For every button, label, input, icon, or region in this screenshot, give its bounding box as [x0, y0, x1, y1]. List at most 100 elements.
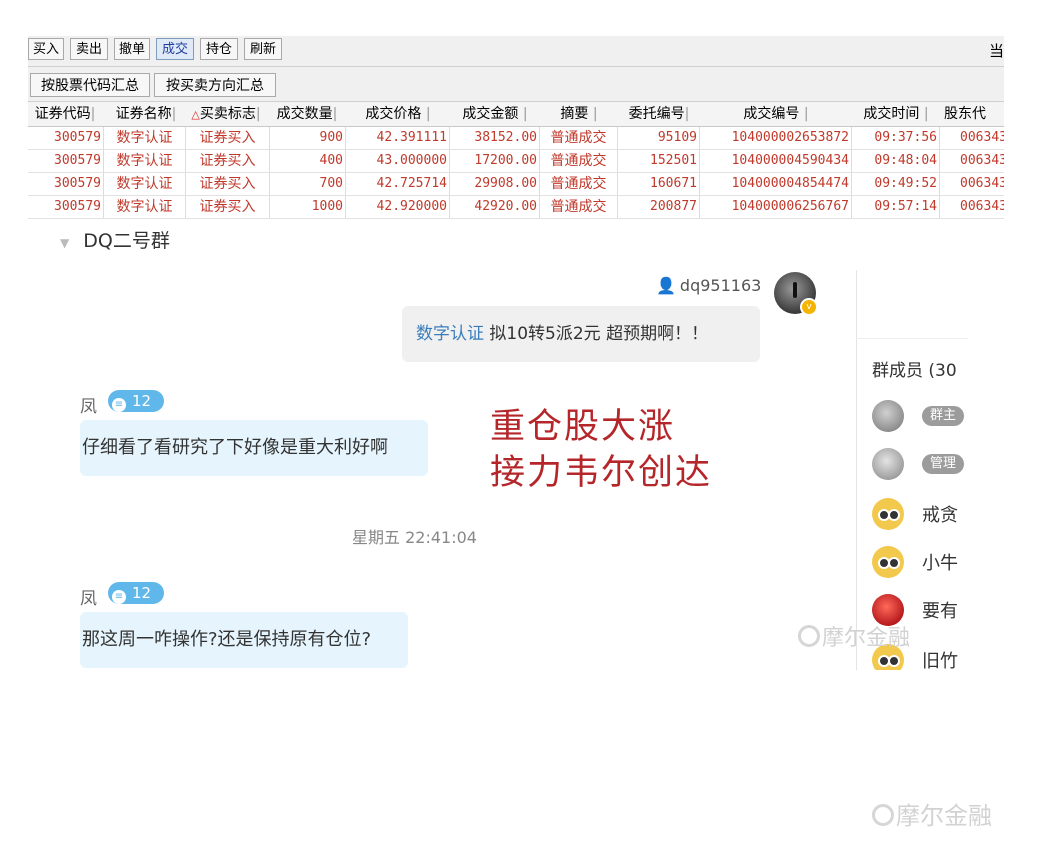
col-header-amount[interactable]: 成交金额 |: [450, 102, 540, 126]
members-title: 群成员 (30: [872, 361, 957, 381]
positions-button[interactable]: 持仓: [200, 38, 238, 60]
table-row[interactable]: 300579 数字认证 证券买入 400 43.000000 17200.00 普通成交 15…: [28, 150, 1004, 173]
cell-summary: 普通成交: [540, 196, 618, 218]
cell-direction: 证券买入: [186, 173, 270, 195]
cell-direction: 证券买入: [186, 150, 270, 172]
member-name: 小牛: [922, 553, 958, 574]
cell-code: 300579: [28, 127, 104, 149]
overlay-caption-line1: 重仓股大涨: [490, 407, 676, 447]
overlay-caption-line2: 接力韦尔创达: [490, 453, 713, 493]
member-item[interactable]: 小牛: [872, 544, 968, 580]
cell-quantity: 900: [270, 127, 346, 149]
col-header-summary[interactable]: 摘要 |: [540, 102, 618, 126]
cell-trade-id: 104000004590434: [700, 150, 852, 172]
level-badge: ≡ 12: [108, 390, 164, 412]
table-row[interactable]: 300579 数字认证 证券买入 900 42.391111 38152.00 普通成交 95…: [28, 127, 1004, 150]
cell-amount: 42920.00: [450, 196, 540, 218]
group-title[interactable]: ▼ DQ二号群: [60, 226, 170, 253]
watermark: 摩尔金融: [798, 620, 910, 652]
user-crown-icon: 👤: [656, 276, 676, 295]
summary-by-direction-button[interactable]: 按买卖方向汇总: [154, 73, 276, 97]
admin-tag: 管理: [922, 454, 965, 474]
sender-avatar[interactable]: v: [774, 272, 818, 316]
outgoing-message-bubble: 数字认证 拟10转5派2元 超预期啊！！: [402, 306, 760, 362]
cell-summary: 普通成交: [540, 127, 618, 149]
col-header-quantity[interactable]: 成交数量|: [268, 102, 346, 126]
cell-holder: 006343: [940, 150, 1004, 172]
member-avatar: [872, 400, 904, 432]
col-header-time[interactable]: 成交时间 |: [852, 102, 940, 126]
filled-trades-button[interactable]: 成交: [156, 38, 194, 60]
cell-order-id: 95109: [618, 127, 700, 149]
cell-quantity: 1000: [270, 196, 346, 218]
owl-avatar-icon: [872, 546, 904, 578]
cell-name: 数字认证: [104, 127, 186, 149]
cell-code: 300579: [28, 150, 104, 172]
sell-button[interactable]: 卖出: [70, 38, 108, 60]
cell-time: 09:49:52: [852, 173, 940, 195]
member-item[interactable]: 群主: [872, 398, 968, 434]
toolbar-right-text: 当: [988, 42, 1004, 60]
cell-price: 42.725714: [346, 173, 450, 195]
member-name: 旧竹: [922, 651, 958, 670]
outgoing-sender: 👤 dq951163: [656, 276, 762, 295]
cell-amount: 17200.00: [450, 150, 540, 172]
col-header-name[interactable]: 证券名称|: [104, 102, 188, 126]
cell-time: 09:48:04: [852, 150, 940, 172]
incoming-message-bubble: 那这周一咋操作?还是保持原有仓位?: [80, 612, 408, 668]
cell-direction: 证券买入: [186, 196, 270, 218]
cell-price: 43.000000: [346, 150, 450, 172]
cell-order-id: 152501: [618, 150, 700, 172]
level-icon: ≡: [112, 398, 126, 412]
col-header-code[interactable]: 证券代码|: [28, 102, 102, 126]
member-avatar: [872, 448, 904, 480]
stock-highlight[interactable]: 数字认证: [416, 324, 484, 344]
trade-toolbar: 买入 卖出 撤单 成交 持仓 刷新 当: [28, 36, 1004, 67]
table-row[interactable]: 300579 数字认证 证券买入 700 42.725714 29908.00 普通成交 16…: [28, 173, 1004, 196]
level-badge: ≡ 12: [108, 582, 164, 604]
col-header-price[interactable]: 成交价格 |: [346, 102, 450, 126]
cell-price: 42.920000: [346, 196, 450, 218]
watermark-logo-icon: [798, 625, 820, 647]
refresh-button[interactable]: 刷新: [244, 38, 282, 60]
cell-order-id: 160671: [618, 173, 700, 195]
cell-code: 300579: [28, 173, 104, 195]
member-item[interactable]: 戒贪: [872, 496, 968, 532]
cell-summary: 普通成交: [540, 173, 618, 195]
incoming-sender-name: 凤: [80, 397, 97, 417]
cell-trade-id: 104000002653872: [700, 127, 852, 149]
message-timestamp: 星期五 22:41:04: [352, 528, 477, 547]
member-item[interactable]: 管理: [872, 446, 968, 482]
col-header-order-id[interactable]: 委托编号|: [618, 102, 700, 126]
col-header-trade-id[interactable]: 成交编号 |: [700, 102, 852, 126]
side-panel-divider: [856, 270, 857, 670]
cell-name: 数字认证: [104, 196, 186, 218]
owl-avatar-icon: [872, 498, 904, 530]
cell-quantity: 700: [270, 173, 346, 195]
watermark-logo-icon: [872, 804, 894, 826]
cell-summary: 普通成交: [540, 150, 618, 172]
cell-quantity: 400: [270, 150, 346, 172]
level-icon: ≡: [112, 590, 126, 604]
cell-time: 09:57:14: [852, 196, 940, 218]
trade-panel: 买入 卖出 撤单 成交 持仓 刷新 当 按股票代码汇总 按买卖方向汇总 证券代码…: [28, 36, 1004, 222]
incoming-message-bubble: 仔细看了看研究了下好像是重大利好啊: [80, 420, 428, 476]
buy-button[interactable]: 买入: [28, 38, 64, 60]
summary-by-code-button[interactable]: 按股票代码汇总: [30, 73, 150, 97]
cell-amount: 29908.00: [450, 173, 540, 195]
owner-tag: 群主: [922, 406, 965, 426]
cell-amount: 38152.00: [450, 127, 540, 149]
col-header-holder[interactable]: 股东代: [944, 102, 1004, 126]
watermark: 摩尔金融: [872, 796, 992, 831]
table-header: 证券代码| 证券名称| △买卖标志| 成交数量| 成交价格 | 成交金额 | 摘…: [28, 102, 1004, 127]
side-panel-separator: [856, 338, 968, 339]
table-row[interactable]: 300579 数字认证 证券买入 1000 42.920000 42920.00 普通成交 2…: [28, 196, 1004, 219]
cell-holder: 006343: [940, 173, 1004, 195]
cell-direction: 证券买入: [186, 127, 270, 149]
cell-name: 数字认证: [104, 173, 186, 195]
cell-holder: 006343: [940, 196, 1004, 218]
col-header-direction[interactable]: △买卖标志|: [184, 102, 268, 126]
collapse-caret-icon[interactable]: ▼: [60, 236, 69, 250]
cell-trade-id: 104000004854474: [700, 173, 852, 195]
cancel-order-button[interactable]: 撤单: [114, 38, 150, 60]
